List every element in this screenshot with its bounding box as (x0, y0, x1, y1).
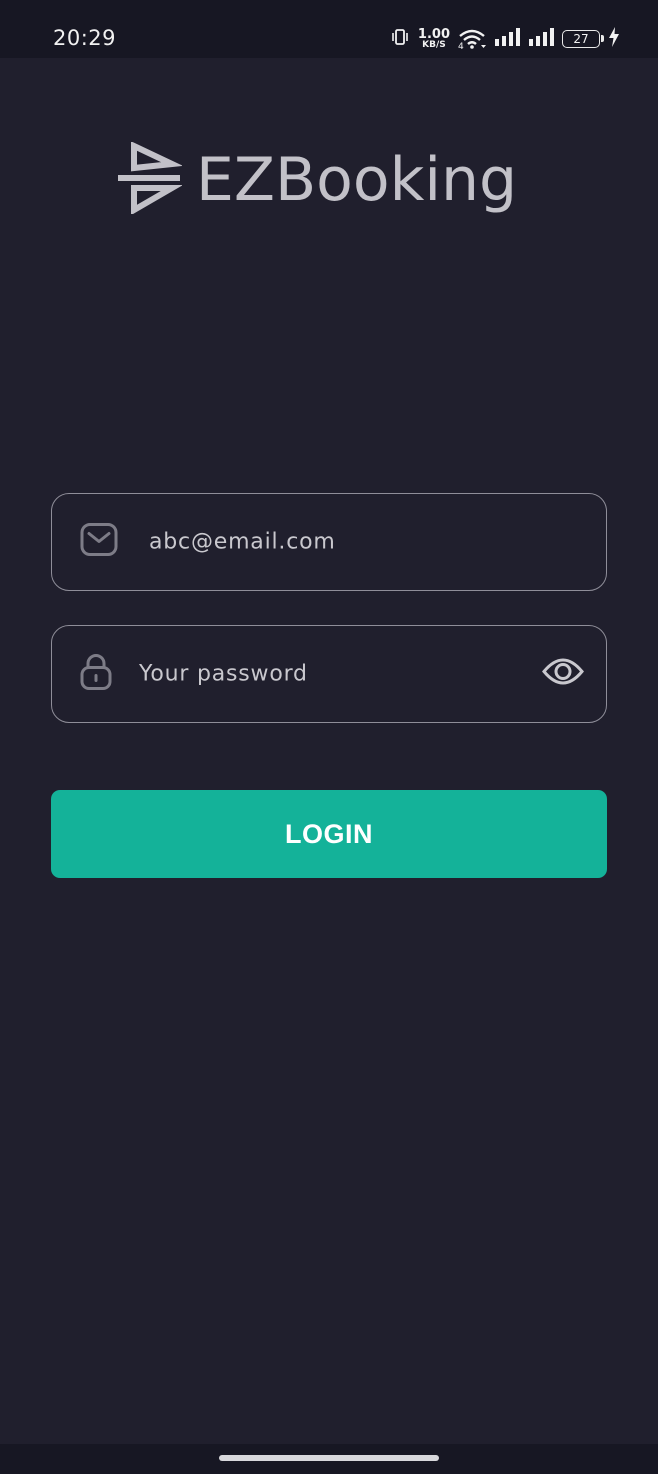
password-field[interactable]: Your password (51, 625, 607, 723)
navigation-bar (0, 1444, 658, 1474)
login-screen: 20:29 1.00 KB/S 4 27 EZBooking abc@email… (0, 0, 658, 1474)
app-logo: EZBooking (116, 140, 517, 220)
status-time: 20:29 (53, 26, 117, 50)
mail-icon (80, 523, 118, 562)
email-field[interactable]: abc@email.com (51, 493, 607, 591)
wifi-badge: 4 (458, 42, 464, 52)
signal-icon (528, 27, 554, 52)
app-name: EZBooking (196, 145, 518, 215)
ezbooking-logo-icon (116, 140, 184, 219)
signal-icon (494, 27, 520, 52)
vibrate-icon (390, 27, 410, 52)
battery-level: 27 (573, 32, 589, 46)
email-value: abc@email.com (149, 529, 336, 555)
status-bar: 20:29 1.00 KB/S 4 27 (0, 0, 658, 58)
password-placeholder: Your password (139, 661, 308, 687)
login-button[interactable]: LOGIN (51, 790, 607, 878)
home-indicator[interactable] (219, 1455, 439, 1461)
battery-icon: 27 (562, 30, 604, 48)
lock-icon (79, 653, 113, 696)
wifi-icon: 4 (458, 28, 486, 52)
status-icons: 1.00 KB/S 4 27 (390, 26, 620, 52)
network-speed-unit: KB/S (422, 40, 446, 50)
charging-icon (608, 26, 620, 52)
eye-icon[interactable] (542, 657, 584, 692)
network-speed: 1.00 KB/S (418, 28, 450, 50)
